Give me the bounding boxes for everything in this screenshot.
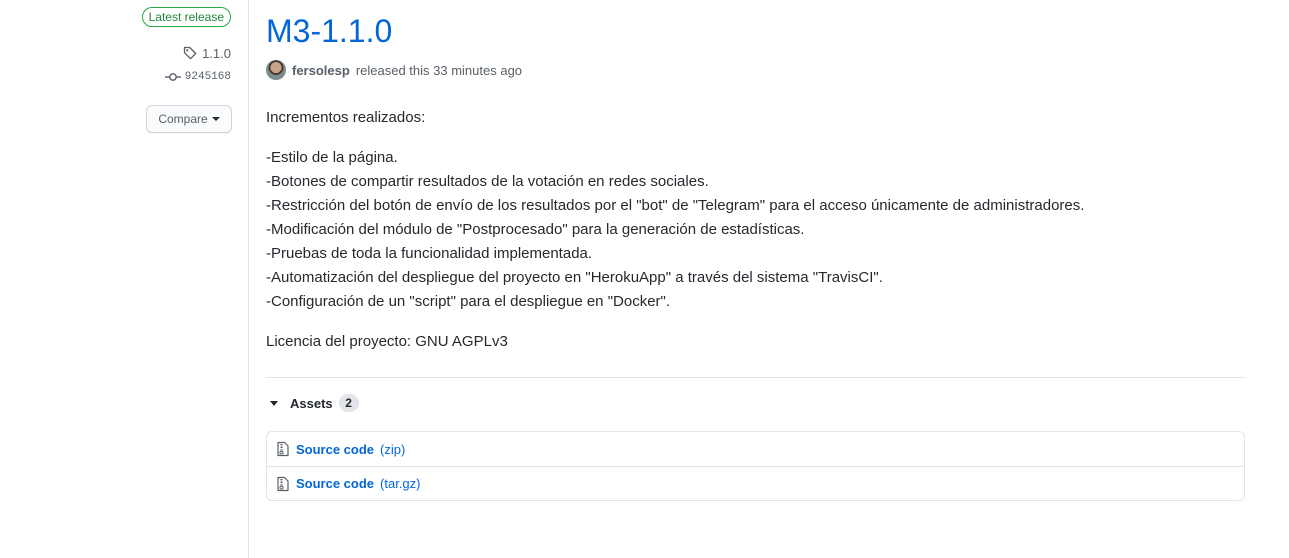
assets-toggle[interactable]: Assets 2	[266, 394, 359, 412]
avatar[interactable]	[266, 60, 286, 80]
list-item: -Configuración de un "script" para el de…	[266, 293, 671, 310]
section-divider	[266, 377, 1245, 378]
release-page: Latest release 1.1.0 9245168 Compare M3-…	[0, 0, 1289, 558]
released-time: released this 33 minutes ago	[355, 62, 523, 78]
list-item: -Botones de compartir resultados de la v…	[266, 173, 709, 190]
assets-label: Assets	[290, 395, 333, 411]
release-meta-column: Latest release 1.1.0 9245168 Compare	[0, 0, 248, 558]
notes-list: -Estilo de la página. -Botones de compar…	[266, 146, 1245, 314]
asset-name: Source code	[296, 476, 375, 491]
triangle-down-icon	[270, 400, 278, 406]
compare-button[interactable]: Compare	[146, 105, 232, 133]
release-tag-link[interactable]: 1.1.0	[182, 45, 231, 61]
asset-row-targz[interactable]: Source code (tar.gz)	[267, 466, 1244, 500]
compare-label: Compare	[158, 112, 208, 126]
release-title[interactable]: M3-1.1.0	[266, 11, 392, 51]
list-item: -Estilo de la página.	[266, 149, 398, 166]
git-commit-icon	[164, 71, 181, 83]
latest-release-badge: Latest release	[141, 7, 231, 27]
column-divider	[248, 0, 249, 558]
tag-icon	[182, 45, 198, 61]
commit-sha: 9245168	[184, 71, 231, 83]
caret-down-icon	[211, 117, 220, 121]
tag-label: 1.1.0	[202, 45, 231, 61]
asset-row-zip[interactable]: Source code (zip)	[267, 432, 1244, 466]
list-item: -Restricción del botón de envío de los r…	[266, 197, 1085, 214]
asset-name: Source code	[296, 441, 375, 457]
list-item: -Pruebas de toda la funcionalidad implem…	[266, 245, 593, 262]
asset-ext: (zip)	[380, 441, 406, 457]
author-link[interactable]: fersolesp	[292, 63, 350, 78]
release-commit-link[interactable]: 9245168	[164, 71, 231, 83]
asset-ext: (tar.gz)	[380, 476, 421, 491]
release-byline: fersolesp released this 33 minutes ago	[266, 60, 522, 80]
file-zip-icon	[276, 441, 290, 457]
assets-count-badge: 2	[338, 394, 359, 412]
file-zip-icon	[276, 476, 290, 492]
notes-intro: Incrementos realizados:	[266, 109, 426, 126]
license-text: Licencia del proyecto: GNU AGPLv3	[266, 333, 508, 350]
assets-list: Source code (zip) Source code (tar.gz)	[266, 431, 1245, 501]
release-notes: Incrementos realizados: -Estilo de la pá…	[266, 106, 1245, 370]
list-item: -Modificación del módulo de "Postprocesa…	[266, 221, 805, 238]
list-item: -Automatización del despliegue del proye…	[266, 269, 883, 286]
